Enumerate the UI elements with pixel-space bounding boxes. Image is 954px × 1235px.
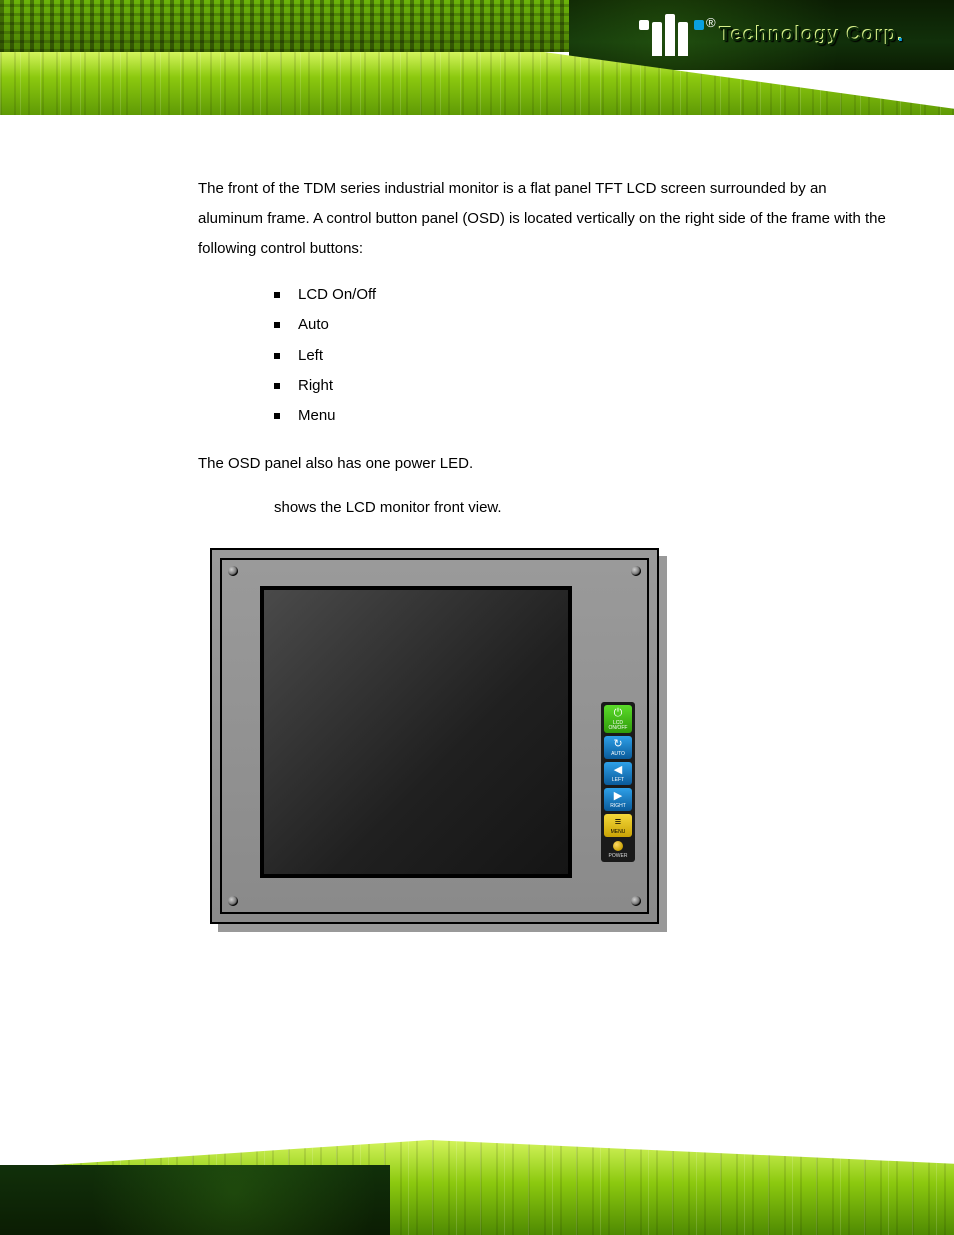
osd-auto-button[interactable]: ↻ AUTO (604, 736, 632, 759)
brand-name: Technology Corp. (720, 15, 905, 55)
osd-right-button[interactable]: ▶ RIGHT (604, 788, 632, 811)
osd-lcd-onoff-button[interactable]: ⏻ LCD ON/OFF (604, 705, 632, 733)
osd-button-label: LEFT (612, 777, 624, 783)
header-banner: ® Technology Corp. (0, 0, 954, 115)
mount-hole-icon (228, 566, 238, 576)
mount-hole-icon (631, 566, 641, 576)
osd-button-label: LCD ON/OFF (609, 720, 628, 731)
control-button-list: LCD On/Off Auto Left Right Menu (198, 280, 890, 431)
page-content: The front of the TDM series industrial m… (198, 174, 890, 537)
right-arrow-icon: ▶ (604, 788, 632, 804)
power-led-label: POWER (601, 851, 635, 861)
refresh-icon: ↻ (604, 736, 632, 752)
brand-logo-icon (639, 14, 704, 56)
figure-reference-sentence: shows the LCD monitor front view. (198, 493, 890, 523)
monitor-bezel-outer: ⏻ LCD ON/OFF ↻ AUTO ◀ LEFT ▶ RIGHT ≡ MEN… (210, 548, 659, 924)
monitor-front-view-figure: ⏻ LCD ON/OFF ↻ AUTO ◀ LEFT ▶ RIGHT ≡ MEN… (210, 548, 675, 948)
brand-name-text: Technology Corp (720, 24, 898, 46)
led-paragraph: The OSD panel also has one power LED. (198, 449, 890, 479)
brand-block: ® Technology Corp. (569, 0, 954, 70)
left-arrow-icon: ◀ (604, 762, 632, 778)
intro-paragraph: The front of the TDM series industrial m… (198, 174, 890, 264)
osd-button-label: RIGHT (610, 803, 626, 809)
list-item: Menu (298, 401, 890, 431)
mount-hole-icon (631, 896, 641, 906)
power-led-icon (613, 841, 623, 851)
osd-button-label: MENU (611, 829, 626, 835)
brand-suffix: . (898, 24, 905, 46)
power-icon: ⏻ (604, 705, 632, 721)
monitor-screen (260, 586, 572, 878)
list-item: Right (298, 371, 890, 401)
list-item: LCD On/Off (298, 280, 890, 310)
brand-registered: ® (706, 0, 716, 36)
footer-banner (0, 1140, 954, 1235)
osd-menu-button[interactable]: ≡ MENU (604, 814, 632, 837)
list-item: Auto (298, 310, 890, 340)
mount-hole-icon (228, 896, 238, 906)
osd-left-button[interactable]: ◀ LEFT (604, 762, 632, 785)
header-pcb-texture (0, 0, 575, 52)
menu-icon: ≡ (604, 814, 632, 830)
osd-button-label: AUTO (611, 751, 625, 757)
osd-button-panel: ⏻ LCD ON/OFF ↻ AUTO ◀ LEFT ▶ RIGHT ≡ MEN… (601, 702, 635, 862)
list-item: Left (298, 341, 890, 371)
footer-pcb-texture (0, 1165, 390, 1235)
